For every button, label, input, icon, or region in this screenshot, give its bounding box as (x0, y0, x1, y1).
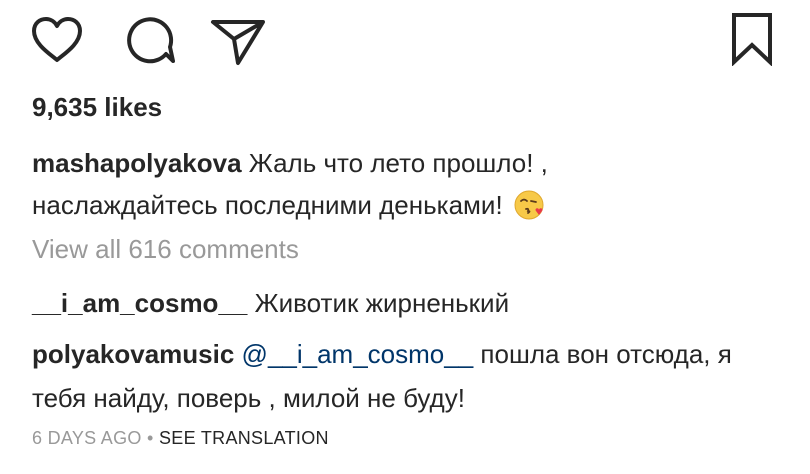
view-all-comments-link[interactable]: View all 616 comments (32, 234, 299, 265)
caption-text-line1: Жаль что лето прошло! , (248, 148, 548, 178)
post-caption: mashapolyakova Жаль что лето прошло! , н… (32, 142, 752, 232)
comment-username[interactable]: polyakovamusic (32, 339, 234, 369)
share-icon[interactable] (208, 14, 268, 66)
comment-username[interactable]: __i_am_cosmo__ (32, 288, 247, 318)
like-count[interactable]: 9,635 likes (32, 92, 162, 123)
heart-icon[interactable] (30, 16, 84, 64)
meta-separator: • (147, 428, 154, 448)
bookmark-icon[interactable] (730, 12, 774, 66)
comment-mention-link[interactable]: @__i_am_cosmo__ (242, 339, 474, 369)
post-meta: 6 DAYS AGO • SEE TRANSLATION (32, 428, 329, 449)
comment-item: __i_am_cosmo__ Животик жирненький (32, 282, 772, 324)
see-translation-link[interactable]: SEE TRANSLATION (159, 428, 329, 448)
comment-icon[interactable] (122, 14, 178, 66)
comment-item: polyakovamusic @__i_am_cosmo__ пошла вон… (32, 332, 772, 420)
kissing-face-emoji-icon (514, 190, 544, 232)
post-action-bar (0, 0, 810, 80)
caption-username[interactable]: mashapolyakova (32, 148, 242, 178)
post-timestamp: 6 DAYS AGO (32, 428, 142, 448)
caption-text-line2: наслаждайтесь последними деньками! (32, 190, 503, 220)
comment-text: Животик жирненький (254, 288, 510, 318)
